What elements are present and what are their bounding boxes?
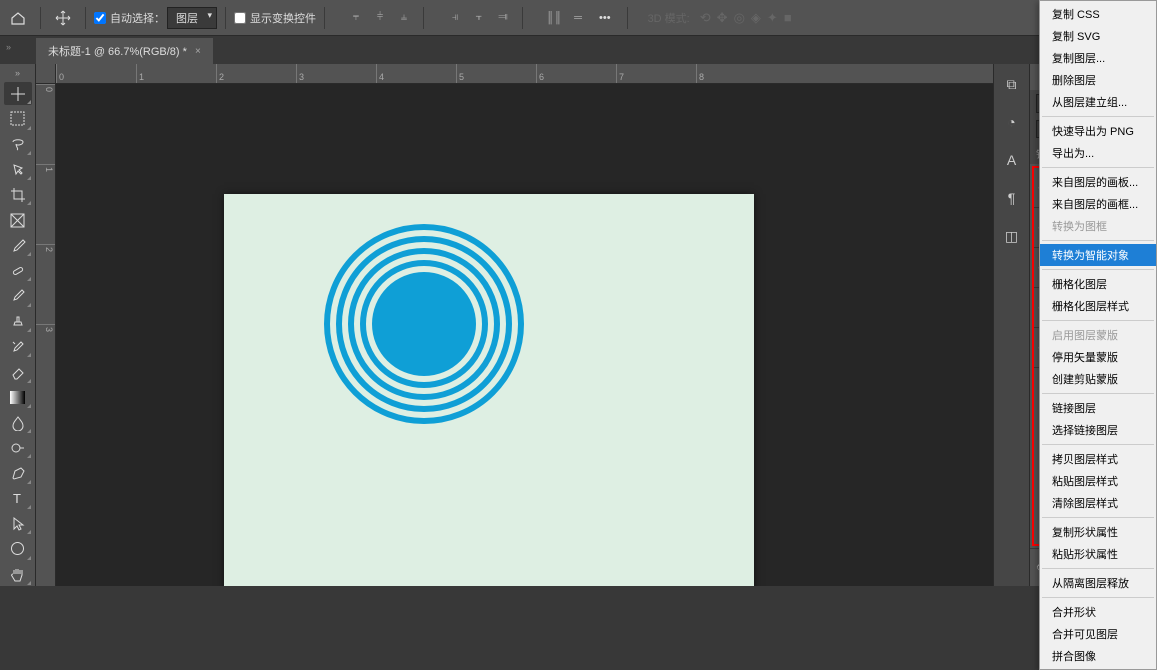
type-tool[interactable]: T <box>4 487 32 510</box>
layer-context-menu: 复制 CSS复制 SVG复制图层...删除图层从图层建立组... 快速导出为 PN… <box>1039 0 1157 670</box>
ruler-origin[interactable] <box>36 64 56 84</box>
menu-item[interactable]: 停用矢量蒙版 <box>1040 346 1156 368</box>
show-transform-checkbox[interactable]: 显示变换控件 <box>234 10 316 26</box>
collapse-tools-icon[interactable]: » <box>15 68 20 78</box>
libraries-panel-icon[interactable]: ◫ <box>1000 224 1024 248</box>
menu-item[interactable]: 复制形状属性 <box>1040 521 1156 543</box>
3d-light-icon: ✦ <box>767 10 778 26</box>
menu-item[interactable]: 来自图层的画框... <box>1040 193 1156 215</box>
center-disc <box>372 272 476 376</box>
menu-item[interactable]: 删除图层 <box>1040 69 1156 91</box>
auto-select-label: 自动选择： <box>110 10 165 26</box>
menu-item[interactable]: 拷贝图层样式 <box>1040 448 1156 470</box>
path-select-tool[interactable] <box>4 512 32 535</box>
history-brush-tool[interactable] <box>4 335 32 358</box>
menu-item[interactable]: 清除图层样式 <box>1040 492 1156 514</box>
document-tab-bar: » 未标题-1 @ 66.7%(RGB/8) * × <box>0 36 1157 64</box>
eraser-tool[interactable] <box>4 360 32 383</box>
paragraph-panel-icon[interactable]: ¶ <box>1000 186 1024 210</box>
align-right-icon[interactable]: ⫥ <box>492 7 514 29</box>
distribute-v-icon[interactable]: ═ <box>567 7 589 29</box>
svg-text:T: T <box>13 491 21 505</box>
menu-item[interactable]: 从隔离图层释放 <box>1040 572 1156 594</box>
menu-item[interactable]: 创建剪贴蒙版 <box>1040 368 1156 390</box>
move-tool-icon[interactable] <box>49 4 77 32</box>
3d-camera-icon: ■ <box>784 10 792 26</box>
3d-mode-label: 3D 模式: <box>648 10 690 26</box>
show-transform-label: 显示变换控件 <box>250 10 316 26</box>
concentric-rings-artwork <box>324 224 524 424</box>
lasso-tool[interactable] <box>4 133 32 156</box>
distribute-h-icon[interactable]: ║║ <box>543 7 565 29</box>
align-group-2: ⫣ ⫟ ⫥ <box>444 7 514 29</box>
menu-item[interactable]: 合并可见图层 <box>1040 623 1156 645</box>
dodge-tool[interactable] <box>4 436 32 459</box>
menu-item[interactable]: 合并形状 <box>1040 601 1156 623</box>
3d-mode-icons: ⟲ ✥ ◎ ◈ ✦ ■ <box>700 10 792 26</box>
adjustments-panel-icon[interactable]: ◔ <box>1000 110 1024 134</box>
menu-item[interactable]: 栅格化图层样式 <box>1040 295 1156 317</box>
frame-tool[interactable] <box>4 208 32 231</box>
menu-item[interactable]: 选择链接图层 <box>1040 419 1156 441</box>
options-bar: 自动选择： 图层 显示变换控件 ⫧ ⫩ ⫨ ⫣ ⫟ ⫥ ║║ ═ ••• 3D … <box>0 0 1157 36</box>
3d-orbit-icon: ⟲ <box>700 10 711 26</box>
align-group-1: ⫧ ⫩ ⫨ <box>345 7 415 29</box>
menu-item[interactable]: 来自图层的画板... <box>1040 171 1156 193</box>
menu-item: 转换为图框 <box>1040 215 1156 237</box>
menu-item: 启用图层蒙版 <box>1040 324 1156 346</box>
ruler-horizontal[interactable]: 012345678 <box>56 64 993 84</box>
character-panel-icon[interactable]: A <box>1000 148 1024 172</box>
crop-tool[interactable] <box>4 183 32 206</box>
align-hcenter-icon[interactable]: ⫟ <box>468 7 490 29</box>
blur-tool[interactable] <box>4 411 32 434</box>
canvas-viewport[interactable]: 012345678 0123 <box>36 64 993 586</box>
main-area: » T 012345678 0123 <box>0 64 1157 586</box>
menu-item[interactable]: 栅格化图层 <box>1040 273 1156 295</box>
home-icon[interactable] <box>4 4 32 32</box>
artboard[interactable] <box>224 194 754 586</box>
brush-tool[interactable] <box>4 284 32 307</box>
tab-handle-icon[interactable]: » <box>6 42 11 52</box>
gradient-tool[interactable] <box>4 386 32 409</box>
document-tab-title: 未标题-1 @ 66.7%(RGB/8) * <box>48 43 187 59</box>
3d-roll-icon: ◎ <box>734 10 745 26</box>
align-top-icon[interactable]: ⫧ <box>345 7 367 29</box>
quick-select-tool[interactable] <box>4 158 32 181</box>
menu-item[interactable]: 复制 CSS <box>1040 3 1156 25</box>
menu-item[interactable]: 复制 SVG <box>1040 25 1156 47</box>
menu-item[interactable]: 链接图层 <box>1040 397 1156 419</box>
align-left-icon[interactable]: ⫣ <box>444 7 466 29</box>
auto-select-target-dropdown[interactable]: 图层 <box>167 7 217 29</box>
menu-item[interactable]: 从图层建立组... <box>1040 91 1156 113</box>
menu-item[interactable]: 粘贴形状属性 <box>1040 543 1156 565</box>
3d-scale-icon: ◈ <box>751 10 761 26</box>
shape-tool[interactable] <box>4 537 32 560</box>
menu-item[interactable]: 转换为智能对象 <box>1040 244 1156 266</box>
hand-tool[interactable] <box>4 563 32 586</box>
tool-panel: » T <box>0 64 36 586</box>
close-tab-icon[interactable]: × <box>195 46 201 57</box>
eyedropper-tool[interactable] <box>4 234 32 257</box>
align-bottom-icon[interactable]: ⫨ <box>393 7 415 29</box>
healing-tool[interactable] <box>4 259 32 282</box>
mini-dock: ⧉ ◔ A ¶ ◫ <box>993 64 1029 586</box>
menu-item[interactable]: 导出为... <box>1040 142 1156 164</box>
clone-stamp-tool[interactable] <box>4 310 32 333</box>
ruler-vertical[interactable]: 0123 <box>36 84 56 586</box>
align-vcenter-icon[interactable]: ⫩ <box>369 7 391 29</box>
pen-tool[interactable] <box>4 461 32 484</box>
menu-item[interactable]: 快速导出为 PNG <box>1040 120 1156 142</box>
menu-item[interactable]: 拼合图像 <box>1040 645 1156 667</box>
menu-item[interactable]: 复制图层... <box>1040 47 1156 69</box>
auto-select-checkbox[interactable]: 自动选择： <box>94 10 165 26</box>
history-panel-icon[interactable]: ⧉ <box>1000 72 1024 96</box>
menu-item[interactable]: 粘贴图层样式 <box>1040 470 1156 492</box>
document-tab[interactable]: 未标题-1 @ 66.7%(RGB/8) * × <box>36 38 213 64</box>
more-options-icon[interactable]: ••• <box>591 12 619 24</box>
distribute-group: ║║ ═ <box>543 7 589 29</box>
move-tool[interactable] <box>4 82 32 105</box>
marquee-tool[interactable] <box>4 107 32 130</box>
3d-pan-icon: ✥ <box>717 10 728 26</box>
